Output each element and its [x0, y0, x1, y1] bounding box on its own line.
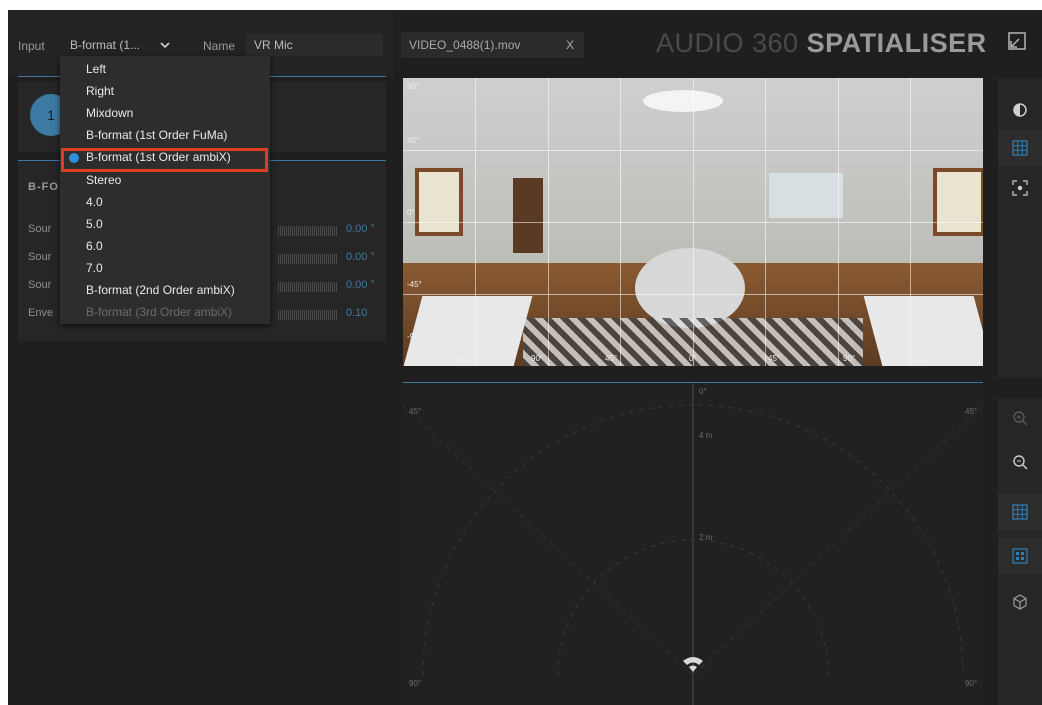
- export-icon[interactable]: [1006, 30, 1032, 56]
- kitchen-cabinet: [769, 173, 843, 218]
- grid-line: [403, 150, 983, 151]
- window-left: [415, 168, 463, 236]
- dots-grid-icon[interactable]: [998, 538, 1042, 574]
- zoom-out-icon[interactable]: [998, 444, 1042, 480]
- radar-azimuth-label: 90°: [409, 679, 422, 688]
- contrast-icon[interactable]: [998, 92, 1042, 128]
- param-value[interactable]: 0.00 °: [346, 223, 375, 235]
- radar-azimuth-label: 45°: [409, 407, 422, 416]
- azimuth-tick: 135°: [915, 354, 932, 363]
- param-slider[interactable]: [278, 254, 338, 264]
- param-label: Sour: [28, 223, 52, 235]
- logo-spatialiser: SPATIALISER: [806, 28, 987, 58]
- bformat-panel-title: B-FO: [28, 181, 59, 193]
- name-field[interactable]: VR Mic: [246, 34, 383, 56]
- grid-icon[interactable]: [998, 494, 1042, 530]
- elevation-tick: -90°: [407, 332, 422, 341]
- grid-icon[interactable]: [998, 130, 1042, 166]
- azimuth-tick: -135°: [455, 354, 475, 363]
- azimuth-tick: 0°: [689, 354, 697, 363]
- radar-azimuth-label: 90°: [965, 679, 978, 688]
- window-right: [933, 168, 983, 236]
- grid-line: [403, 294, 983, 295]
- dropdown-option-mixdown[interactable]: Mixdown: [86, 106, 133, 120]
- radar-toolbar: [998, 398, 1042, 705]
- radar-azimuth-label: 45°: [965, 407, 978, 416]
- dropdown-option-6-0[interactable]: 6.0: [86, 239, 103, 253]
- app-window: Input B-format (1... Name VR Mic VIDEO_0…: [8, 10, 1042, 705]
- dropdown-option-bformat-fuma[interactable]: B-format (1st Order FuMa): [86, 128, 227, 142]
- elevation-tick: 45°: [407, 136, 420, 145]
- listener-icon: [681, 653, 705, 680]
- app-logo: AUDIO 360 SPATIALISER: [656, 28, 987, 59]
- azimuth-tick: 90°: [531, 354, 544, 363]
- close-video-button[interactable]: X: [566, 32, 574, 58]
- zoom-in-icon[interactable]: [998, 400, 1042, 436]
- radar-distance-label: 4 m: [699, 431, 713, 440]
- spatial-radar-view[interactable]: 0° 45° 45° 4 m 2 m 90° 90°: [403, 382, 983, 705]
- selection-highlight: [61, 148, 268, 172]
- focus-icon[interactable]: [998, 170, 1042, 206]
- param-label: Enve: [28, 307, 54, 319]
- door: [513, 178, 543, 253]
- radar-azimuth-label: 0°: [699, 387, 707, 396]
- param-label: Sour: [28, 251, 52, 263]
- elevation-tick: 0°: [407, 208, 415, 217]
- dropdown-option-4-0[interactable]: 4.0: [86, 195, 103, 209]
- azimuth-tick: 90°: [843, 354, 856, 363]
- elevation-tick: 90°: [407, 82, 420, 91]
- dropdown-option-bformat-ambix-2[interactable]: B-format (2nd Order ambiX): [86, 283, 235, 297]
- dropdown-option-bformat-ambix-3[interactable]: B-format (3rd Order ambiX): [86, 305, 232, 319]
- chevron-down-icon: [160, 34, 170, 58]
- dropdown-option-left[interactable]: Left: [86, 62, 106, 76]
- param-value[interactable]: 0.00 °: [346, 251, 375, 263]
- radar-distance-label: 2 m: [699, 533, 713, 542]
- param-label: Sour: [28, 279, 52, 291]
- param-slider[interactable]: [278, 282, 338, 292]
- input-select[interactable]: B-format (1...: [66, 34, 176, 56]
- azimuth-tick: 45°: [768, 354, 781, 363]
- video-file-tab[interactable]: VIDEO_0488(1).mov X: [401, 32, 584, 58]
- elevation-tick: -45°: [407, 280, 422, 289]
- input-select-value: B-format (1...: [70, 38, 141, 52]
- video-file-name: VIDEO_0488(1).mov: [409, 38, 521, 52]
- logo-audio360: AUDIO 360: [656, 28, 799, 58]
- param-slider[interactable]: [278, 310, 338, 320]
- dropdown-option-7-0[interactable]: 7.0: [86, 261, 103, 275]
- param-slider[interactable]: [278, 226, 338, 236]
- video-360-view[interactable]: 90° 45° 0° -45° -90° -135° 90° 45° 0° 45…: [403, 78, 983, 366]
- dropdown-option-5-0[interactable]: 5.0: [86, 217, 103, 231]
- azimuth-tick: 45°: [605, 354, 618, 363]
- ceiling-lamp: [643, 90, 723, 112]
- name-label: Name: [203, 39, 236, 53]
- param-value[interactable]: 0.10: [346, 307, 367, 319]
- input-format-dropdown: Left Right Mixdown B-format (1st Order F…: [60, 56, 270, 324]
- dropdown-option-right[interactable]: Right: [86, 84, 114, 98]
- param-value[interactable]: 0.00 °: [346, 279, 375, 291]
- dropdown-option-stereo[interactable]: Stereo: [86, 173, 121, 187]
- cube-icon[interactable]: [998, 584, 1042, 620]
- view-toolbar: [998, 78, 1042, 378]
- grid-line: [403, 222, 983, 223]
- input-label: Input: [18, 39, 45, 53]
- round-table: [635, 248, 745, 328]
